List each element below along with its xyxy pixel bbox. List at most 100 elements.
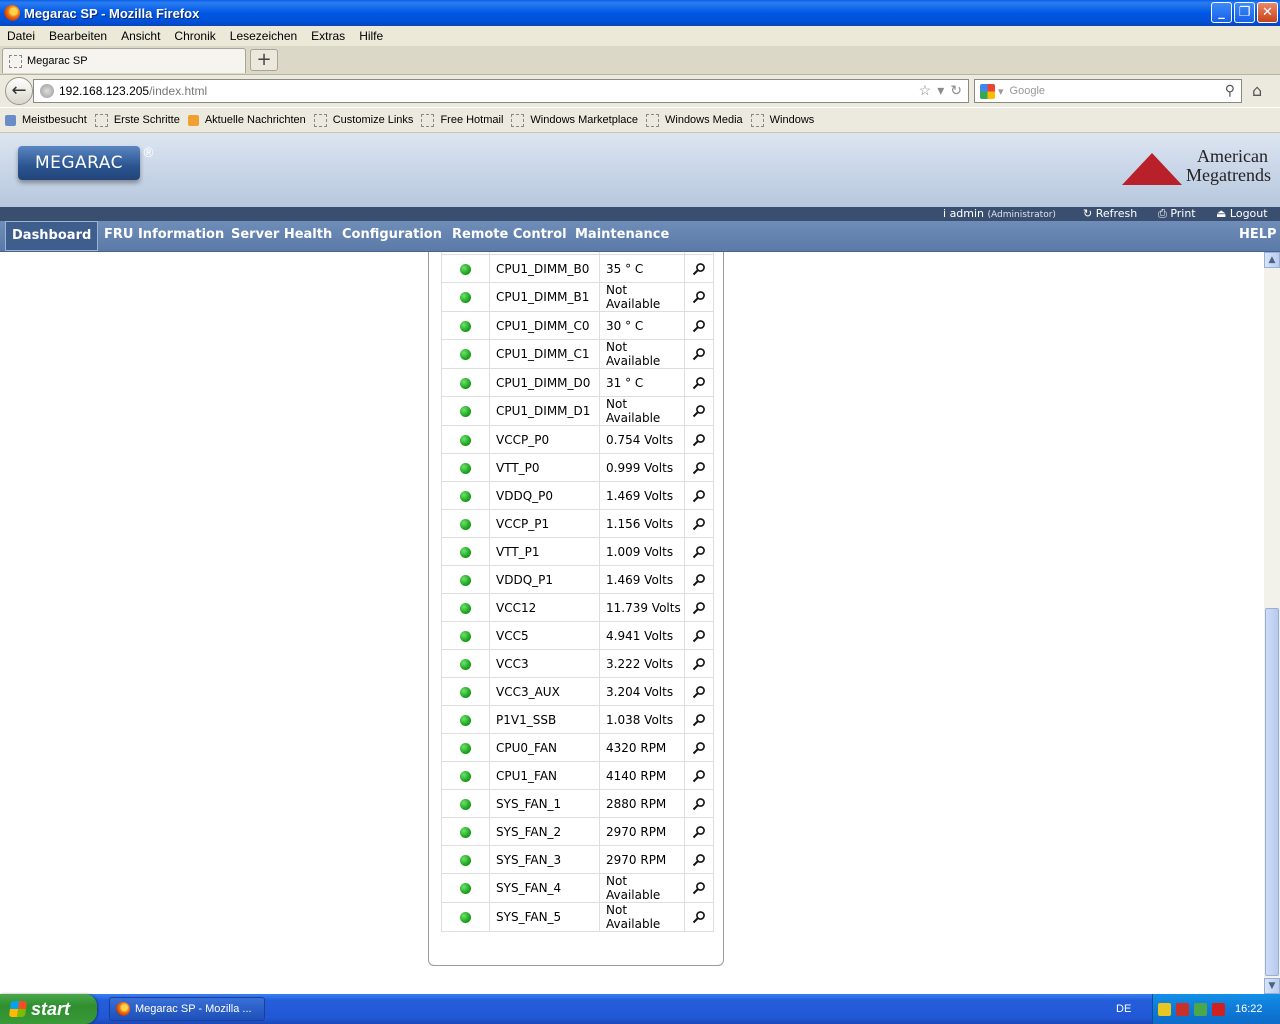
bookmark-windows-marketplace[interactable]: Windows Marketplace <box>511 113 638 127</box>
print-link[interactable]: ⎙ Print <box>1158 207 1196 221</box>
tab-megarac[interactable]: Megarac SP <box>2 48 246 73</box>
start-button[interactable]: start <box>0 994 97 1024</box>
magnifier-icon[interactable] <box>692 600 706 614</box>
details-cell[interactable] <box>684 621 714 650</box>
magnifier-icon[interactable] <box>692 290 706 304</box>
menu-extras[interactable]: Extras <box>304 29 352 43</box>
nav-fru-information[interactable]: FRU Information <box>104 221 224 251</box>
magnifier-icon[interactable] <box>692 768 706 782</box>
magnifier-icon[interactable] <box>692 261 706 275</box>
nav-configuration[interactable]: Configuration <box>342 221 442 251</box>
scroll-thumb[interactable] <box>1265 608 1279 976</box>
magnifier-icon[interactable] <box>692 881 706 895</box>
details-cell[interactable] <box>684 649 714 678</box>
details-cell[interactable] <box>684 396 714 426</box>
details-cell[interactable] <box>684 311 714 340</box>
bookmark-windows[interactable]: Windows <box>750 113 814 127</box>
search-engine-dropdown-icon[interactable]: ▾ <box>998 85 1004 98</box>
menu-hilfe[interactable]: Hilfe <box>352 29 390 43</box>
details-cell[interactable] <box>684 565 714 594</box>
details-cell[interactable] <box>684 593 714 622</box>
magnifier-icon[interactable] <box>692 684 706 698</box>
magnifier-icon[interactable] <box>692 460 706 474</box>
close-button[interactable]: ✕ <box>1257 2 1278 23</box>
magnifier-icon[interactable] <box>692 796 706 810</box>
ati-icon[interactable] <box>1212 1002 1225 1016</box>
bookmark-aktuelle-nachrichten[interactable]: Aktuelle Nachrichten <box>187 114 306 126</box>
history-dropdown-icon[interactable]: ▾ <box>937 82 944 99</box>
network-icon[interactable] <box>1194 1002 1207 1016</box>
nav-remote-control[interactable]: Remote Control <box>452 221 567 251</box>
magnifier-icon[interactable] <box>692 852 706 866</box>
antivirus-icon[interactable] <box>1176 1002 1189 1016</box>
vertical-scrollbar[interactable]: ▲ ▼ <box>1264 252 1280 994</box>
bookmark-erste-schritte[interactable]: Erste Schritte <box>94 113 180 127</box>
details-cell[interactable] <box>684 733 714 762</box>
details-cell[interactable] <box>684 537 714 566</box>
menu-chronik[interactable]: Chronik <box>167 29 222 43</box>
magnifier-icon[interactable] <box>692 824 706 838</box>
magnifier-icon[interactable] <box>692 712 706 726</box>
search-icon[interactable]: ⚲ <box>1225 82 1235 99</box>
details-cell[interactable] <box>684 789 714 818</box>
nav-maintenance[interactable]: Maintenance <box>575 221 669 251</box>
bookmark-star-icon[interactable]: ☆ <box>919 82 932 99</box>
magnifier-icon[interactable] <box>692 910 706 924</box>
details-cell[interactable] <box>684 902 714 932</box>
search-bar[interactable]: ▾ Google ⚲ <box>974 79 1242 103</box>
back-button[interactable]: ← <box>5 77 33 105</box>
logout-link[interactable]: ⏏ Logout <box>1216 207 1268 221</box>
details-cell[interactable] <box>684 761 714 790</box>
details-cell[interactable] <box>684 817 714 846</box>
details-cell[interactable] <box>684 453 714 482</box>
bookmark-free-hotmail[interactable]: Free Hotmail <box>421 113 503 127</box>
menu-bearbeiten[interactable]: Bearbeiten <box>42 29 114 43</box>
scroll-down-button[interactable]: ▼ <box>1264 978 1280 994</box>
magnifier-icon[interactable] <box>692 432 706 446</box>
details-cell[interactable] <box>684 339 714 369</box>
bookmark-windows-media[interactable]: Windows Media <box>646 113 743 127</box>
nav-help[interactable]: HELP <box>1239 221 1277 251</box>
taskbar-item-firefox[interactable]: Megarac SP - Mozilla ... <box>109 997 265 1021</box>
details-cell[interactable] <box>684 705 714 734</box>
details-cell[interactable] <box>684 873 714 903</box>
details-cell[interactable] <box>684 425 714 454</box>
menu-ansicht[interactable]: Ansicht <box>114 29 167 43</box>
minimize-button[interactable]: _ <box>1211 2 1232 23</box>
magnifier-icon[interactable] <box>692 488 706 502</box>
google-icon[interactable] <box>980 83 995 99</box>
bookmark-customize-links[interactable]: Customize Links <box>313 113 413 127</box>
home-icon[interactable]: ⌂ <box>1252 81 1262 100</box>
scroll-up-button[interactable]: ▲ <box>1264 252 1280 268</box>
nav-dashboard[interactable]: Dashboard <box>5 221 99 251</box>
language-indicator[interactable]: DE <box>1116 1003 1131 1015</box>
new-tab-button[interactable]: + <box>250 49 278 71</box>
details-cell[interactable] <box>684 481 714 510</box>
site-identity-icon[interactable] <box>40 84 54 98</box>
magnifier-icon[interactable] <box>692 572 706 586</box>
security-shield-icon[interactable] <box>1158 1002 1171 1016</box>
details-cell[interactable] <box>684 845 714 874</box>
details-cell[interactable] <box>684 254 714 283</box>
url-bar[interactable]: 192.168.123.205/index.html ☆ ▾ ↻ <box>33 79 969 103</box>
details-cell[interactable] <box>684 282 714 312</box>
maximize-button[interactable]: ❐ <box>1234 2 1255 23</box>
magnifier-icon[interactable] <box>692 656 706 670</box>
reload-icon[interactable]: ↻ <box>950 82 962 99</box>
magnifier-icon[interactable] <box>692 318 706 332</box>
nav-server-health[interactable]: Server Health <box>231 221 332 251</box>
magnifier-icon[interactable] <box>692 347 706 361</box>
details-cell[interactable] <box>684 677 714 706</box>
magnifier-icon[interactable] <box>692 628 706 642</box>
magnifier-icon[interactable] <box>692 544 706 558</box>
magnifier-icon[interactable] <box>692 404 706 418</box>
menu-lesezeichen[interactable]: Lesezeichen <box>223 29 304 43</box>
details-cell[interactable] <box>684 368 714 397</box>
magnifier-icon[interactable] <box>692 375 706 389</box>
bookmark-meistbesucht[interactable]: Meistbesucht <box>5 114 87 126</box>
magnifier-icon[interactable] <box>692 740 706 754</box>
details-cell[interactable] <box>684 509 714 538</box>
refresh-link[interactable]: ↻ Refresh <box>1083 207 1137 221</box>
menu-datei[interactable]: Datei <box>0 29 42 43</box>
magnifier-icon[interactable] <box>692 516 706 530</box>
